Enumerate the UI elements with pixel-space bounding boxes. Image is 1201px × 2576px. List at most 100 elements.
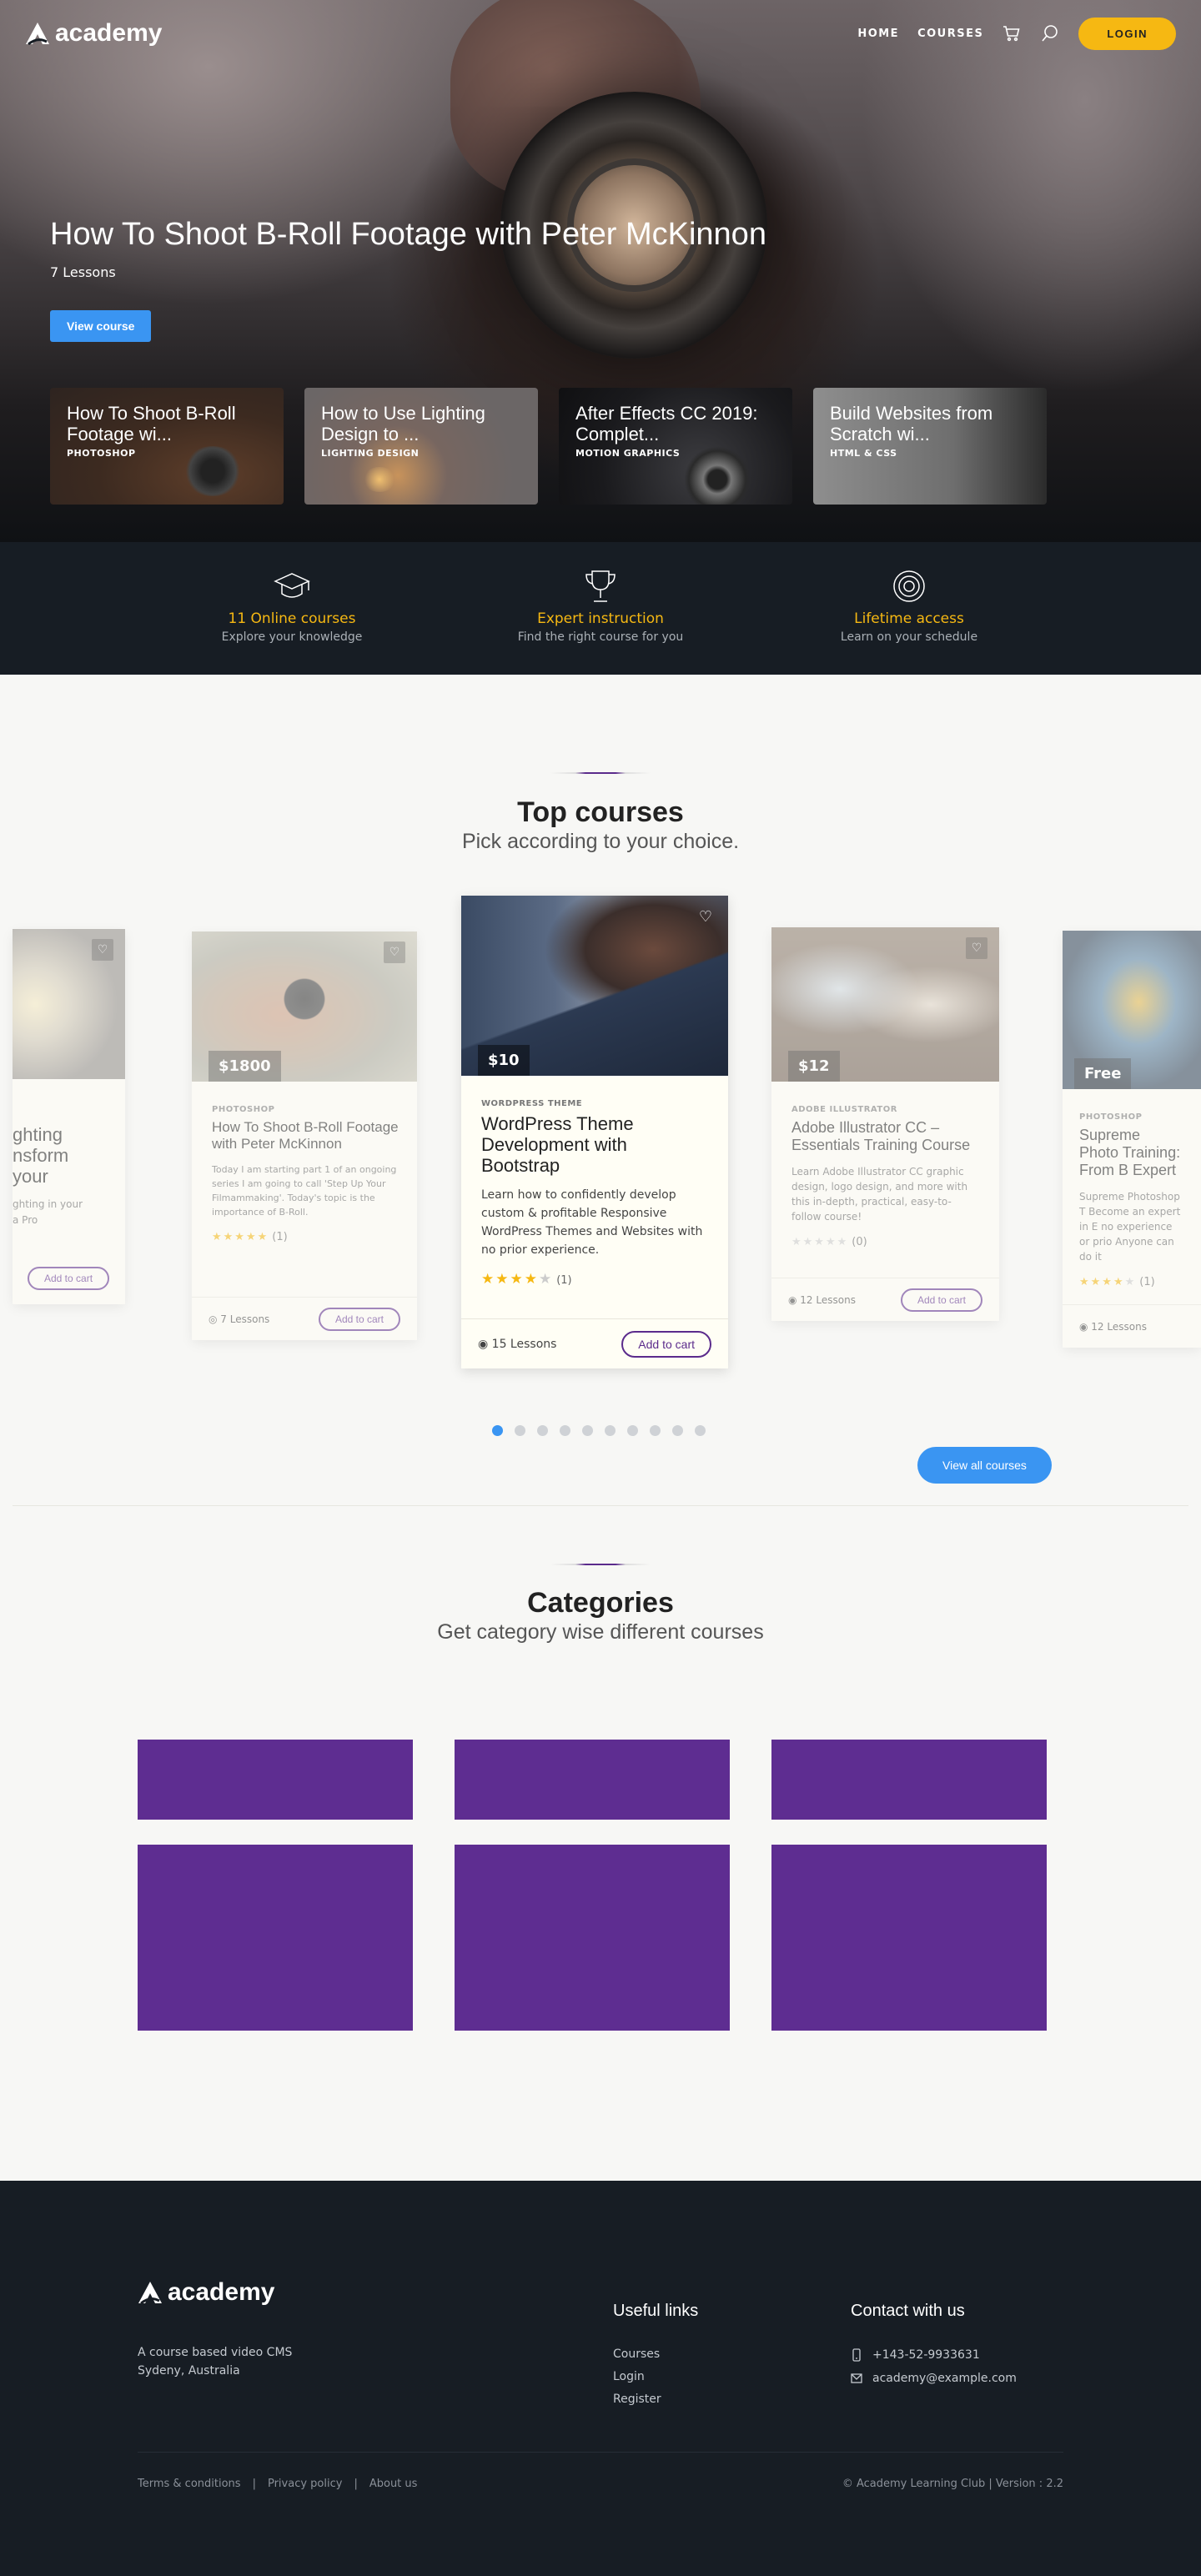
hero-card-title: How to Use Lighting Design to ... [321,403,485,444]
footer-address: A course based video CMS Sydeny, Austral… [138,2343,292,2380]
contact-email-text[interactable]: academy@example.com [872,2367,1017,2390]
footer-address-line: Sydeny, Australia [138,2364,240,2378]
lessons-label: 12 Lessons [800,1293,856,1306]
heart-icon[interactable]: ♡ [695,906,716,927]
privacy-link[interactable]: Privacy policy [268,2478,342,2490]
footer-bottom-links: Terms & conditions | Privacy policy | Abou… [138,2478,418,2490]
contact-phone-text[interactable]: +143-52-9933631 [872,2343,980,2367]
phone-icon [852,2348,861,2362]
feature-lifetime-access: Lifetime access Learn on your schedule [755,542,1063,675]
price-tag: $10 [478,1045,530,1076]
course-card-category: ADOBE ILLUSTRATOR [791,1105,897,1114]
top-navbar: academy HOME COURSES LOGIN [0,0,1201,67]
course-card-description: Supreme Photoshop T Become an expert in … [1079,1191,1181,1263]
carousel-dot[interactable] [650,1425,661,1436]
course-card-footer: ◎ 7 Lessons Add to cart [192,1297,417,1340]
heart-icon[interactable]: ♡ [966,937,987,959]
terms-link[interactable]: Terms & conditions [138,2478,241,2490]
search-icon[interactable] [1040,23,1060,43]
carousel-dot[interactable] [605,1425,616,1436]
target-icon [893,570,925,602]
view-all-courses-button[interactable]: View all courses [917,1447,1052,1484]
contact-heading: Contact with us [851,2302,965,2320]
lessons-label: 15 Lessons [491,1337,557,1351]
feature-subtitle: Learn on your schedule [840,630,978,644]
add-to-cart-button[interactable]: Add to cart [900,1288,982,1312]
feature-subtitle: Find the right course for you [517,630,684,644]
course-card-description: Today I am starting part 1 of an ongoing… [212,1164,397,1218]
footer-link-register[interactable]: Register [613,2388,661,2411]
add-to-cart-button[interactable]: Add to cart [621,1330,711,1358]
heart-icon[interactable]: ♡ [92,939,113,961]
footer-link-login[interactable]: Login [613,2366,661,2388]
course-card[interactable]: $12 ♡ ADOBE ILLUSTRATOR Adobe Illustrato… [771,927,999,1321]
feature-online-courses: 11 Online courses Explore your knowledge [138,542,446,675]
hero-card-photoshop[interactable]: How To Shoot B-Roll Footage wi... PHOTOS… [50,388,284,505]
footer-address-line: A course based video CMS [138,2346,293,2359]
carousel-dot[interactable] [537,1425,548,1436]
carousel-dot[interactable] [627,1425,638,1436]
top-courses-title: Top courses [517,796,684,828]
rating-count: (1) [556,1274,572,1287]
course-card-title: ghting nsform your [13,1124,69,1187]
carousel-dot[interactable] [672,1425,683,1436]
top-courses-subtitle: Pick according to your choice. [461,830,740,853]
about-link[interactable]: About us [369,2478,418,2490]
course-card[interactable]: ♡ ghting nsform your ghting in your a Pr… [13,929,125,1304]
carousel-dot[interactable] [582,1425,593,1436]
academy-logo-icon [26,23,49,45]
footer-brand-logo[interactable]: academy [138,2278,274,2307]
course-card-title: WordPress Theme Development with Bootstr… [481,1113,634,1176]
hero-card-category: MOTION GRAPHICS [575,448,681,459]
course-card-active[interactable]: $10 ♡ WORDPRESS THEME WordPress Theme De… [461,896,728,1368]
heart-icon[interactable]: ♡ [384,942,405,963]
view-course-button[interactable]: View course [50,310,152,342]
carousel-dot[interactable] [492,1425,503,1436]
category-tile[interactable] [138,1845,413,2031]
footer-link-courses[interactable]: Courses [613,2343,661,2366]
section-divider [550,1564,651,1565]
cart-icon[interactable] [1002,23,1022,43]
feature-subtitle: Explore your knowledge [221,630,363,644]
nav-courses-link[interactable]: COURSES [917,28,983,40]
useful-links-heading: Useful links [613,2302,699,2320]
section-separator [13,1505,1188,1506]
site-footer: academy A course based video CMS Sydeny,… [0,2181,1201,2576]
rating-stars: ★★★★★ (1) [212,1231,288,1243]
trophy-icon [585,570,616,602]
login-button[interactable]: LOGIN [1078,17,1176,50]
category-tile[interactable] [771,1740,1047,1820]
category-tile[interactable] [771,1845,1047,2031]
price-tag: $12 [788,1051,840,1082]
course-card-footer: ◉ 15 Lessons Add to cart [461,1318,728,1368]
course-card-category: PHOTOSHOP [212,1105,275,1114]
course-card-title: Adobe Illustrator CC – Essentials Traini… [791,1119,971,1153]
hero-content: How To Shoot B-Roll Footage with Peter M… [50,217,766,342]
course-card[interactable]: Free PHOTOSHOP Supreme Photo Training: F… [1063,931,1201,1348]
features-bar: 11 Online courses Explore your knowledge… [0,542,1201,675]
nav-home-link[interactable]: HOME [857,28,899,40]
lessons-label: 12 Lessons [1091,1320,1147,1333]
category-tile[interactable] [455,1845,730,2031]
hero-card-lighting[interactable]: How to Use Lighting Design to ... LIGHTI… [304,388,538,505]
carousel-dot[interactable] [560,1425,570,1436]
brand-logo[interactable]: academy [25,19,162,48]
email-icon [851,2373,862,2383]
course-card[interactable]: $1800 ♡ PHOTOSHOP How To Shoot B-Roll Fo… [192,931,417,1340]
category-tile[interactable] [138,1740,413,1820]
add-to-cart-button[interactable]: Add to cart [318,1307,400,1331]
price-tag: Free [1074,1058,1132,1089]
lessons-count: ◉ 12 Lessons [1079,1320,1147,1333]
category-tile[interactable] [455,1740,730,1820]
hero-card-motion[interactable]: After Effects CC 2019: Complet... MOTION… [559,388,792,505]
add-to-cart-button[interactable]: Add to cart [28,1267,110,1290]
course-card-category: WORDPRESS THEME [481,1099,583,1108]
contact-email: academy@example.com [851,2367,1017,2390]
hero-card-category: PHOTOSHOP [67,448,136,459]
carousel-dot[interactable] [695,1425,706,1436]
carousel-dot[interactable] [515,1425,525,1436]
copyright-text: © Academy Learning Club | Version : 2.2 [842,2478,1063,2490]
course-card-title: Supreme Photo Training: From B Expert [1079,1127,1181,1178]
course-card-footer: ◉ 12 Lessons Add to cart [771,1278,999,1321]
hero-card-html[interactable]: Build Websites from Scratch wi... HTML &… [813,388,1047,505]
